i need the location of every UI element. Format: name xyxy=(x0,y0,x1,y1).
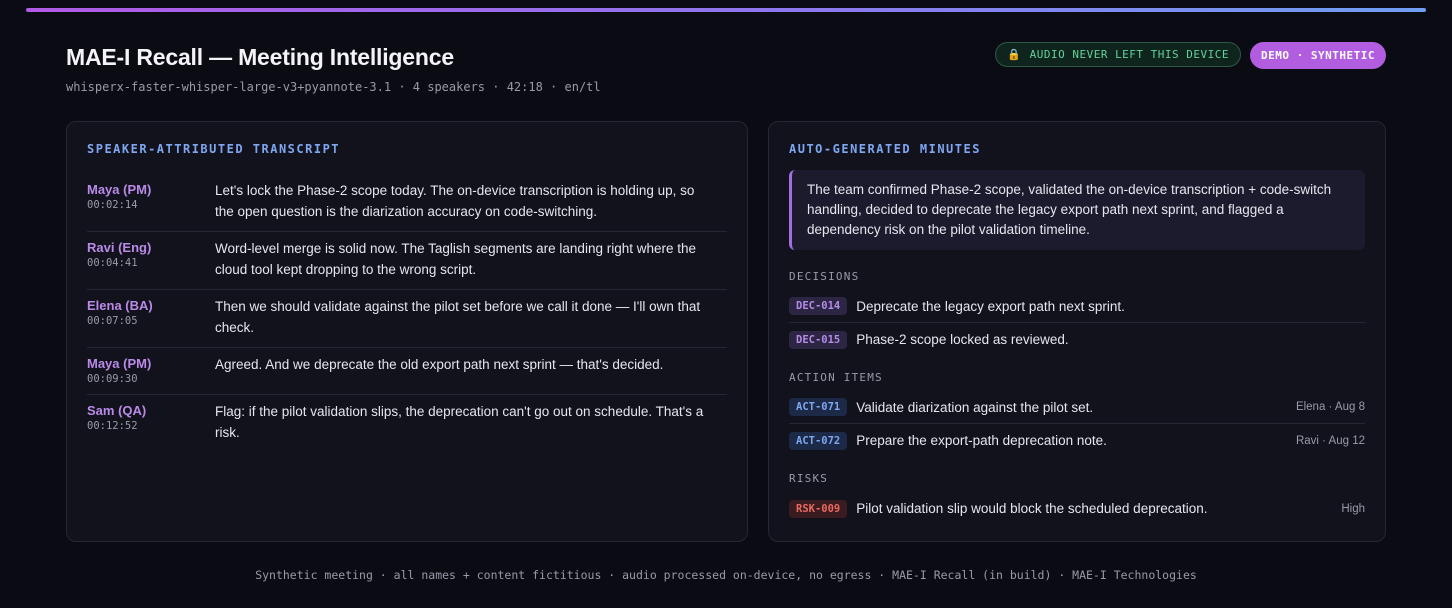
privacy-badge: 🔒 AUDIO NEVER LEFT THIS DEVICE xyxy=(995,42,1242,67)
utterance-text: Word-level merge is solid now. The Tagli… xyxy=(215,241,697,277)
minutes-panel: AUTO-GENERATED MINUTES The team confirme… xyxy=(768,121,1386,542)
action-text: Prepare the export-path deprecation note… xyxy=(856,433,1107,448)
utterance-text: Then we should validate against the pilo… xyxy=(215,299,701,335)
lock-icon: 🔒 xyxy=(1007,48,1022,61)
action-id: ACT-072 xyxy=(789,431,848,450)
speaker-name: Elena (BA) xyxy=(87,298,153,313)
minutes-summary: The team confirmed Phase-2 scope, valida… xyxy=(789,170,1365,250)
timestamp: 00:02:14 xyxy=(87,199,138,211)
accent-bar xyxy=(26,8,1426,12)
action-id: ACT-071 xyxy=(789,398,848,416)
decision-item: DEC-014 Deprecate the legacy export path… xyxy=(789,290,1365,323)
header-badges: 🔒 AUDIO NEVER LEFT THIS DEVICE DEMO · SY… xyxy=(995,42,1386,69)
transcript-turn: Maya (PM) 00:09:30 Agreed. And we deprec… xyxy=(87,348,727,395)
speaker-name: Sam (QA) xyxy=(87,403,147,418)
footer-note: Synthetic meeting · all names + content … xyxy=(255,568,1197,582)
decisions-label: DECISIONS xyxy=(789,270,860,283)
transcript-turn: Elena (BA) 00:07:05 Then we should valid… xyxy=(87,290,727,348)
model-info: whisperx-faster-whisper-large-v3+pyannot… xyxy=(66,80,601,94)
privacy-badge-label: AUDIO NEVER LEFT THIS DEVICE xyxy=(1029,48,1230,61)
decision-item: DEC-015 Phase-2 scope locked as reviewed… xyxy=(789,323,1365,356)
timestamp: 00:07:05 xyxy=(87,315,138,327)
decision-id: DEC-014 xyxy=(789,297,848,315)
timestamp: 00:04:41 xyxy=(87,257,138,269)
transcript-turn: Maya (PM) 00:02:14 Let's lock the Phase-… xyxy=(87,174,727,232)
risk-severity: High xyxy=(1341,502,1365,515)
decision-text: Phase-2 scope locked as reviewed. xyxy=(856,332,1069,347)
risks-label: RISKS xyxy=(789,472,829,485)
action-text: Validate diarization against the pilot s… xyxy=(856,399,1094,415)
action-item: ACT-072 Prepare the export-path deprecat… xyxy=(789,424,1365,457)
transcript-list: Maya (PM) 00:02:14 Let's lock the Phase-… xyxy=(87,174,727,452)
utterance-text: Flag: if the pilot validation slips, the… xyxy=(215,404,704,440)
risk-id: RSK-009 xyxy=(789,499,848,518)
timestamp: 00:12:52 xyxy=(87,420,138,432)
transcript-turn: Sam (QA) 00:12:52 Flag: if the pilot val… xyxy=(87,395,727,452)
speaker-name: Maya (PM) xyxy=(87,356,152,371)
minutes-heading: AUTO-GENERATED MINUTES xyxy=(789,142,981,156)
risk-item: RSK-009 Pilot validation slip would bloc… xyxy=(789,492,1365,525)
utterance-text: Let's lock the Phase-2 scope today. The … xyxy=(215,183,695,219)
action-item: ACT-071 Validate diarization against the… xyxy=(789,391,1365,424)
action-owner-due: Elena · Aug 8 xyxy=(1295,401,1365,413)
transcript-heading: SPEAKER-ATTRIBUTED TRANSCRIPT xyxy=(87,142,341,156)
decision-text: Deprecate the legacy export path next sp… xyxy=(856,298,1125,314)
page-title: MAE-I Recall — Meeting Intelligence xyxy=(66,44,454,70)
transcript-turn: Ravi (Eng) 00:04:41 Word-level merge is … xyxy=(87,232,727,290)
action-owner-due: Ravi · Aug 12 xyxy=(1295,434,1365,447)
speaker-name: Ravi (Eng) xyxy=(87,240,152,255)
action-items-label: ACTION ITEMS xyxy=(789,371,883,384)
transcript-panel: SPEAKER-ATTRIBUTED TRANSCRIPT Maya (PM) … xyxy=(66,121,748,542)
decision-id: DEC-015 xyxy=(789,330,848,349)
utterance-text: Agreed. And we deprecate the old export … xyxy=(215,357,664,372)
speaker-name: Maya (PM) xyxy=(87,182,152,197)
timestamp: 00:09:30 xyxy=(87,373,138,385)
risk-text: Pilot validation slip would block the sc… xyxy=(856,501,1208,516)
demo-badge: DEMO · SYNTHETIC xyxy=(1250,42,1386,69)
